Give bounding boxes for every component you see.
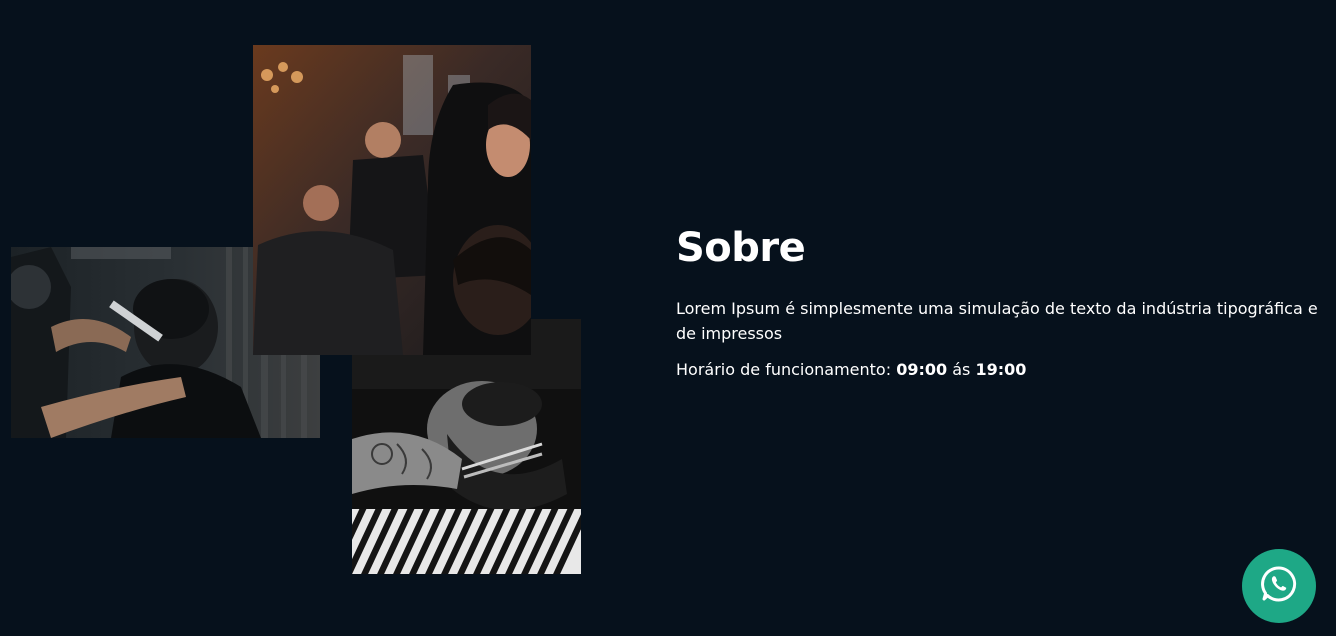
- about-description: Lorem Ipsum é simplesmente uma simulação…: [676, 299, 1318, 343]
- barbershop-interior-photo: [253, 45, 531, 355]
- opening-time: 09:00: [896, 360, 948, 379]
- opening-hours-label: Horário de funcionamento:: [676, 360, 892, 379]
- beard-trim-photo: [352, 319, 581, 574]
- opening-hours: Horário de funcionamento: 09:00 ás 19:00: [676, 358, 1326, 382]
- about-section: Sobre Lorem Ipsum é simplesmente uma sim…: [0, 0, 1336, 636]
- closing-time: 19:00: [975, 360, 1027, 379]
- whatsapp-button[interactable]: [1242, 549, 1316, 623]
- about-content: Sobre Lorem Ipsum é simplesmente uma sim…: [676, 222, 1326, 382]
- opening-hours-separator: ás: [952, 360, 971, 379]
- about-title: Sobre: [676, 225, 806, 271]
- whatsapp-icon: [1259, 564, 1299, 608]
